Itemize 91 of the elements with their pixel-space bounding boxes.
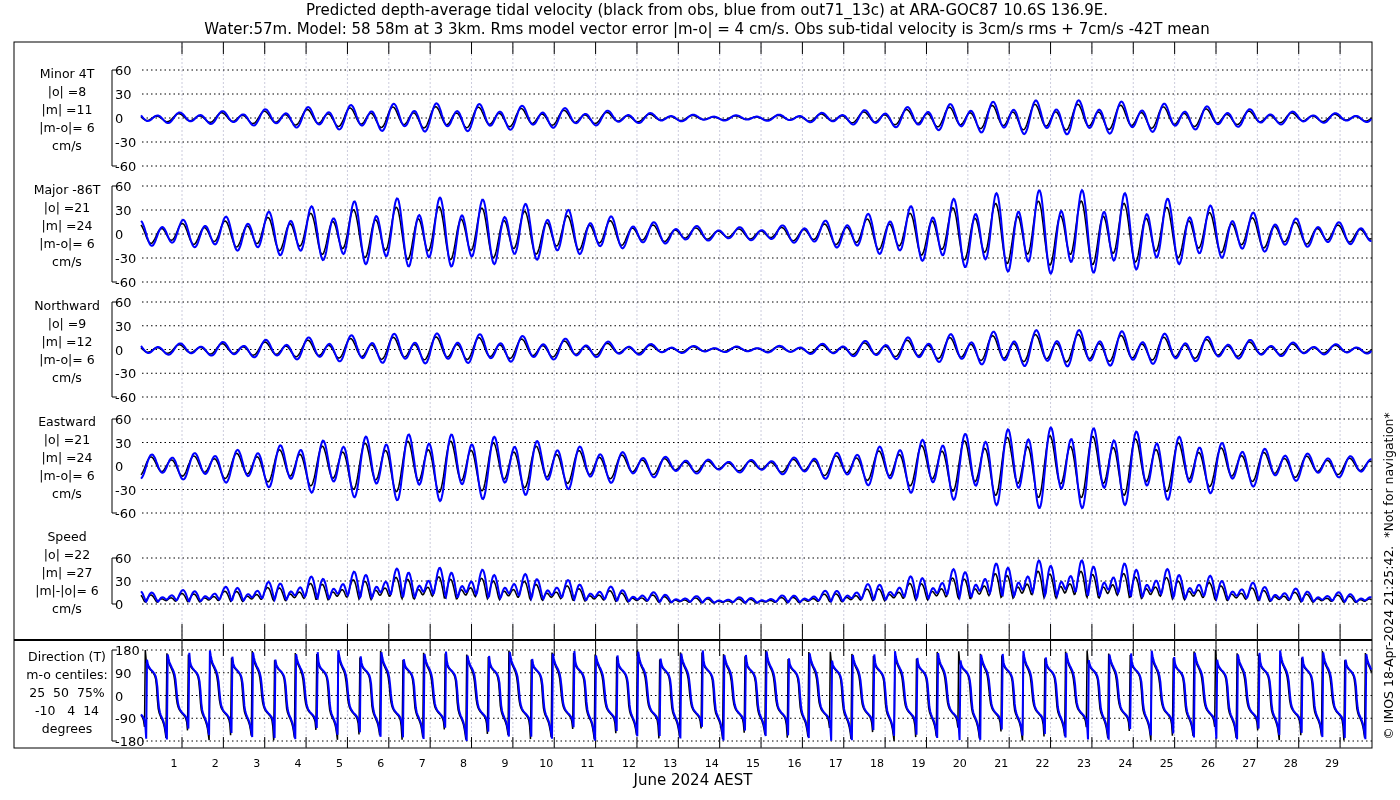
panel-label: |o| =21 <box>43 432 91 447</box>
day-label: 24 <box>1118 757 1133 770</box>
panel-label: |m| =24 <box>41 450 93 465</box>
day-label: 5 <box>335 757 343 770</box>
day-label: 4 <box>294 757 302 770</box>
day-label: 9 <box>501 757 509 770</box>
axis-tick-label: 0 <box>115 688 124 704</box>
axis-tick-label: 60 <box>115 295 132 310</box>
panel-label: |m| =12 <box>41 333 93 349</box>
day-label: 20 <box>952 757 967 770</box>
chart-title: Predicted depth-average tidal velocity (black from obs, blue from out71_13c) at ARA-GOC87 10.6S 136.9E. <box>305 1 1109 19</box>
panel-label: Direction (T) <box>28 648 106 664</box>
day-label: 6 <box>377 757 385 770</box>
axis-tick-label: -60 <box>115 159 137 174</box>
panel-label: |m|-|o|= 6 <box>35 583 99 598</box>
panel-label: Speed <box>47 529 87 544</box>
panel-label: 25 50 75% <box>29 684 105 700</box>
panel-label: degrees <box>41 720 93 736</box>
x-axis-title: June 2024 AEST <box>633 771 753 789</box>
day-label: 16 <box>787 757 802 770</box>
axis-tick-label: 30 <box>115 574 132 589</box>
panel-label: |m-o|= 6 <box>39 351 95 367</box>
copyright-notice: © IMOS 18-Apr-2024 21:25:42. *Not for navigation* <box>1381 412 1396 740</box>
panel-label: |o| =9 <box>47 315 87 331</box>
panel-label: |o| =8 <box>47 84 87 99</box>
axis-tick-label: 90 <box>115 665 132 681</box>
axis-tick-label: 0 <box>115 597 124 612</box>
axis-tick-label: -60 <box>115 275 137 290</box>
day-label: 28 <box>1283 757 1298 770</box>
axis-tick-label: 0 <box>115 459 124 474</box>
day-label: 2 <box>211 757 219 770</box>
axis-tick-label: 30 <box>115 203 132 218</box>
axis-tick-label: 30 <box>115 435 132 451</box>
panel-label: -10 4 14 <box>34 702 100 718</box>
axis-tick-label: 180 <box>115 643 140 658</box>
day-label: 21 <box>994 757 1009 770</box>
axis-tick-label: 30 <box>115 318 132 334</box>
axis-tick-label: -180 <box>115 734 145 749</box>
axis-tick-label: -60 <box>115 506 137 521</box>
chart-title: Water:57m. Model: 58 58m at 3 3km. Rms model vector error |m-o| = 4 cm/s. Obs sub-tidal velocity is 3cm/s rms + 7cm/s -42T mean <box>204 20 1210 38</box>
axis-tick-label: 0 <box>115 227 124 242</box>
day-label: 19 <box>911 757 926 770</box>
day-label: 3 <box>253 757 261 770</box>
day-label: 10 <box>539 757 554 770</box>
day-label: 17 <box>828 757 843 770</box>
axis-tick-label: -30 <box>115 251 137 266</box>
panel-label: |m| =11 <box>41 102 93 117</box>
axis-tick-label: 0 <box>115 342 124 358</box>
panel-label: |o| =22 <box>43 547 91 562</box>
axis-tick-label: 0 <box>115 111 124 126</box>
day-label: 12 <box>621 757 636 770</box>
day-label: 23 <box>1076 757 1091 770</box>
axis-tick-label: -60 <box>115 390 137 405</box>
panel-label: Northward <box>34 297 100 313</box>
day-label: 13 <box>663 757 678 770</box>
axis-tick-label: -90 <box>115 711 137 727</box>
panel-label: m-o centiles: <box>26 666 108 682</box>
panel-label: |m-o|= 6 <box>39 236 95 251</box>
axis-tick-label: -30 <box>115 135 137 150</box>
day-label: 15 <box>746 757 761 770</box>
axis-tick-label: -30 <box>115 366 137 382</box>
day-label: 8 <box>460 757 467 770</box>
day-label: 27 <box>1242 757 1257 770</box>
axis-tick-label: 60 <box>115 179 132 194</box>
panel-label: Minor 4T <box>39 66 95 81</box>
axis-tick-label: 60 <box>115 63 132 78</box>
panel-label: |m-o|= 6 <box>39 120 95 135</box>
panel-label: |m| =24 <box>41 218 93 233</box>
panel-label: cm/s <box>52 486 82 501</box>
panel-label: cm/s <box>52 369 82 385</box>
axis-tick-label: -30 <box>115 482 137 498</box>
axis-tick-label: 60 <box>115 551 132 566</box>
axis-tick-label: 60 <box>115 412 132 427</box>
day-label: 22 <box>1035 757 1050 770</box>
panel-label: |m-o|= 6 <box>39 468 95 483</box>
day-label: 14 <box>704 757 719 770</box>
day-label: 25 <box>1159 757 1174 770</box>
panel-label: |o| =21 <box>43 200 91 215</box>
panel-label: |m| =27 <box>41 565 93 580</box>
day-label: 1 <box>170 757 178 770</box>
panel-label: cm/s <box>52 254 82 269</box>
day-label: 11 <box>580 757 595 770</box>
panel-label: cm/s <box>52 601 82 616</box>
day-label: 29 <box>1325 757 1340 770</box>
day-label: 18 <box>870 757 885 770</box>
day-label: 7 <box>418 757 426 770</box>
day-label: 26 <box>1201 757 1215 770</box>
panel-label: Eastward <box>38 414 96 429</box>
axis-tick-label: 30 <box>115 87 132 102</box>
panel-label: cm/s <box>52 138 82 153</box>
panel-label: Major -86T <box>33 182 101 197</box>
